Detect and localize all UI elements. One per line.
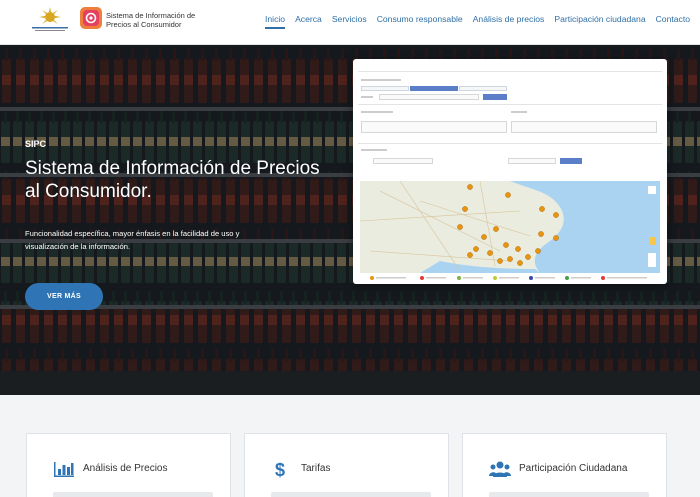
site-header: Sistema de Información de Precios al Con… — [0, 0, 700, 45]
map-legend-image — [370, 276, 647, 280]
card-analisis-de-precios[interactable]: Análisis de Precios — [26, 433, 231, 497]
brand-line-1: Sistema de Información de — [106, 11, 196, 20]
nav-inicio[interactable]: Inicio — [260, 14, 290, 29]
main-nav: Inicio Acerca Servicios Consumo responsa… — [260, 14, 695, 29]
card-title: Tarifas — [301, 463, 331, 474]
nav-contacto[interactable]: Contacto — [651, 14, 695, 24]
dollar-icon: $ — [275, 460, 285, 478]
card-title: Participación Ciudadana — [519, 463, 628, 474]
hero-eyebrow: SIPC — [25, 139, 47, 149]
svg-text:$: $ — [275, 460, 285, 478]
card-text-placeholder — [489, 492, 649, 497]
nav-consumo-responsable[interactable]: Consumo responsable — [372, 14, 468, 24]
ver-mas-button[interactable]: VER MÁS — [25, 283, 103, 310]
app-preview-image — [353, 59, 667, 284]
price-map-image — [360, 181, 660, 273]
sipc-logo-icon[interactable] — [80, 7, 102, 29]
hero-description: Funcionalidad específica, mayor énfasis … — [25, 229, 240, 251]
bar-chart-icon — [54, 462, 74, 477]
nav-analisis-de-precios[interactable]: Análisis de precios — [468, 14, 550, 24]
ministry-logo-icon[interactable] — [28, 5, 72, 35]
card-text-placeholder — [271, 492, 431, 497]
nav-participacion-ciudadana[interactable]: Participación ciudadana — [549, 14, 650, 24]
brand-text[interactable]: Sistema de Información de Precios al Con… — [106, 11, 195, 29]
brand-line-2: Precios al Consumidor — [106, 20, 182, 29]
card-participacion-ciudadana[interactable]: Participación Ciudadana — [462, 433, 667, 497]
users-icon — [489, 461, 511, 477]
nav-servicios[interactable]: Servicios — [327, 14, 372, 24]
hero-title: Sistema de Información de Precios al Con… — [25, 158, 320, 202]
card-tarifas[interactable]: $ Tarifas — [244, 433, 449, 497]
card-title: Análisis de Precios — [83, 463, 168, 474]
card-text-placeholder — [53, 492, 213, 497]
nav-acerca[interactable]: Acerca — [290, 14, 327, 24]
